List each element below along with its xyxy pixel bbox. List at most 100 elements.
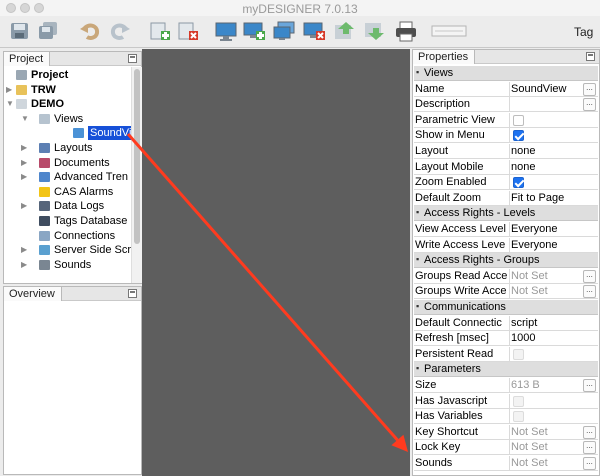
- tree-item-trw[interactable]: ▶ TRW: [4, 83, 129, 97]
- maximize-panel-icon[interactable]: [128, 289, 137, 298]
- property-checkbox-cell[interactable]: [509, 409, 582, 425]
- undo-icon[interactable]: [78, 20, 102, 42]
- property-value[interactable]: none: [509, 144, 582, 159]
- disclosure-expanded-icon[interactable]: ▼: [6, 97, 14, 111]
- property-value[interactable]: 613 B: [509, 378, 582, 393]
- tag-icon[interactable]: [430, 20, 470, 42]
- tree-item-layouts[interactable]: ▶ Layouts: [4, 141, 129, 155]
- monitor-delete-icon[interactable]: [302, 20, 326, 42]
- property-name: View Access Level: [415, 223, 506, 235]
- property-checkbox-cell[interactable]: [509, 175, 582, 191]
- property-value[interactable]: SoundView: [509, 81, 582, 97]
- property-checkbox[interactable]: [513, 114, 524, 126]
- disclosure-collapsed-icon[interactable]: ▶: [6, 83, 14, 97]
- property-name: Persistent Read: [415, 347, 494, 360]
- property-group-parameters[interactable]: ▪ Parameters: [414, 362, 598, 378]
- monitor-duplicate-icon[interactable]: [272, 20, 296, 42]
- disclosure-expanded-icon[interactable]: ▼: [21, 112, 29, 126]
- tree-item-tags-database[interactable]: Tags Database: [4, 214, 129, 228]
- browse-button[interactable]: ...: [583, 441, 596, 455]
- browse-button[interactable]: ...: [583, 82, 596, 96]
- tree-item-label: Server Side Scri: [54, 244, 134, 257]
- property-name: Groups Read Acce: [415, 269, 508, 282]
- browse-button[interactable]: ...: [583, 379, 596, 392]
- disclosure-collapsed-icon[interactable]: ▶: [21, 141, 29, 155]
- browse-button[interactable]: ...: [583, 285, 596, 299]
- add-screen-icon[interactable]: [148, 20, 172, 42]
- collapse-group-icon[interactable]: ▪: [416, 254, 419, 264]
- property-value[interactable]: none: [509, 159, 582, 175]
- tree-item-sounds[interactable]: ▶ Sounds: [4, 258, 129, 272]
- tree-item-advanced-tren[interactable]: ▶ Advanced Tren: [4, 170, 129, 184]
- property-group-communications[interactable]: ▪ Communications: [414, 300, 598, 315]
- tree-item-views[interactable]: ▼ Views: [4, 112, 129, 126]
- move-down-icon[interactable]: [362, 20, 386, 42]
- maximize-panel-icon[interactable]: [586, 52, 595, 61]
- tab-overview[interactable]: Overview: [4, 287, 62, 301]
- property-value[interactable]: [509, 97, 582, 113]
- property-value[interactable]: script: [509, 315, 582, 331]
- property-value[interactable]: 1000: [509, 331, 582, 347]
- property-group-access-rights-levels[interactable]: ▪ Access Rights - Levels: [414, 206, 598, 222]
- property-value[interactable]: Everyone: [509, 237, 582, 253]
- property-name: Size: [415, 379, 437, 391]
- delete-screen-icon[interactable]: [176, 20, 200, 42]
- property-value[interactable]: Not Set: [509, 440, 582, 456]
- browse-button[interactable]: ...: [583, 457, 596, 470]
- tree-item-label: Tags Database: [54, 215, 128, 227]
- property-group-access-rights-groups[interactable]: ▪ Access Rights - Groups: [414, 253, 598, 269]
- monitor-add-icon[interactable]: [242, 20, 266, 42]
- browse-button[interactable]: ...: [583, 425, 596, 439]
- property-group-views[interactable]: ▪ Views: [414, 66, 598, 81]
- disclosure-collapsed-icon[interactable]: ▶: [21, 170, 29, 184]
- tree-item-server-side-scri[interactable]: ▶ Server Side Scri: [4, 243, 133, 257]
- property-group-label: Parameters: [424, 363, 481, 376]
- save-icon[interactable]: [8, 20, 32, 42]
- property-value[interactable]: Not Set: [509, 424, 582, 440]
- project-tree-scrollbar[interactable]: [131, 67, 142, 283]
- disclosure-collapsed-icon[interactable]: ▶: [21, 258, 29, 272]
- tree-item-cas-alarms[interactable]: CAS Alarms: [4, 185, 129, 199]
- property-value[interactable]: Fit to Page: [509, 190, 582, 206]
- property-value[interactable]: Not Set: [509, 268, 582, 284]
- save-all-icon[interactable]: [36, 20, 60, 42]
- design-canvas[interactable]: [142, 49, 410, 476]
- disclosure-collapsed-icon[interactable]: ▶: [21, 243, 29, 257]
- tab-properties[interactable]: Properties: [413, 50, 476, 64]
- tree-item-project[interactable]: Project: [4, 68, 129, 82]
- property-checkbox[interactable]: [513, 130, 524, 142]
- property-checkbox: [513, 411, 524, 423]
- property-checkbox-cell[interactable]: [509, 393, 582, 409]
- property-row-default-zoom: Default Zoom Fit to Page: [414, 190, 598, 206]
- property-checkbox-cell[interactable]: [509, 112, 582, 128]
- disclosure-collapsed-icon[interactable]: ▶: [21, 156, 29, 170]
- tree-item-soundview[interactable]: SoundView: [4, 126, 148, 141]
- tree-item-connections[interactable]: Connections: [4, 229, 129, 243]
- redo-icon[interactable]: [108, 20, 132, 42]
- disclosure-collapsed-icon[interactable]: ▶: [21, 199, 29, 213]
- maximize-panel-icon[interactable]: [128, 54, 137, 63]
- property-row-refresh-msec-: Refresh [msec] 1000: [414, 331, 598, 347]
- tab-project[interactable]: Project: [4, 52, 51, 66]
- property-checkbox-cell[interactable]: [509, 346, 582, 362]
- property-value[interactable]: Not Set: [509, 284, 582, 300]
- property-checkbox-cell[interactable]: [509, 128, 582, 144]
- collapse-group-icon[interactable]: ▪: [416, 67, 419, 77]
- move-up-icon[interactable]: [332, 20, 356, 42]
- property-checkbox[interactable]: [513, 177, 524, 189]
- browse-button[interactable]: ...: [583, 269, 596, 283]
- property-value[interactable]: Everyone: [509, 222, 582, 237]
- print-icon[interactable]: [394, 20, 418, 42]
- folder-open-icon: [15, 98, 28, 110]
- scrollbar-thumb[interactable]: [134, 69, 140, 244]
- collapse-group-icon[interactable]: ▪: [416, 363, 419, 373]
- monitor-icon[interactable]: [214, 20, 238, 42]
- tree-item-label: Documents: [54, 156, 110, 169]
- property-value[interactable]: Not Set: [509, 456, 582, 471]
- collapse-group-icon[interactable]: ▪: [416, 301, 419, 311]
- collapse-group-icon[interactable]: ▪: [416, 207, 419, 217]
- browse-button[interactable]: ...: [583, 98, 596, 112]
- tree-item-data-logs[interactable]: ▶ Data Logs: [4, 199, 129, 213]
- tree-item-documents[interactable]: ▶ Documents: [4, 156, 129, 170]
- tree-item-demo[interactable]: ▼ DEMO: [4, 97, 129, 111]
